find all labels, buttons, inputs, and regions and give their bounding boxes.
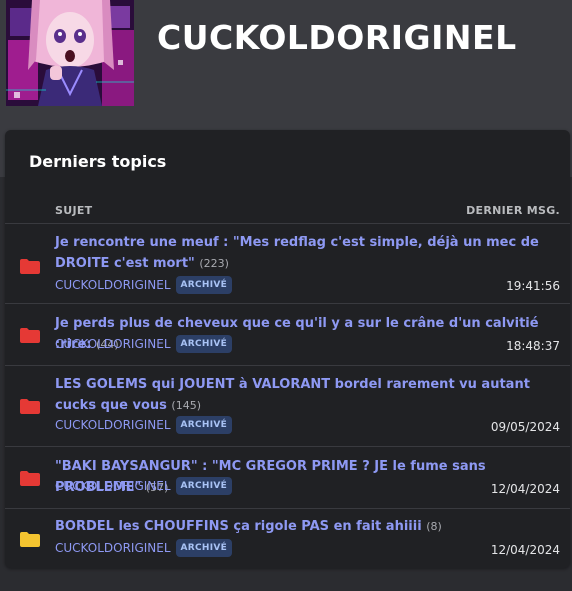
topic-author-link[interactable]: CUCKOLDORIGINEL: [55, 278, 171, 292]
topic-author-link[interactable]: CUCKOLDORIGINEL: [55, 479, 171, 493]
topic-author-link[interactable]: CUCKOLDORIGINEL: [55, 418, 171, 432]
last-message-time[interactable]: 19:41:56: [506, 279, 560, 293]
topic-row: "BAKI BAYSANGUR" : "MC GREGOR PRIME ? JE…: [5, 446, 570, 508]
last-message-time[interactable]: 09/05/2024: [491, 420, 560, 434]
reply-count: (8): [426, 520, 442, 533]
archived-badge: ARCHIVÉ: [175, 416, 233, 434]
archived-badge: ARCHIVÉ: [175, 276, 233, 294]
last-message-time[interactable]: 12/04/2024: [491, 543, 560, 557]
topic-link[interactable]: LES GOLEMS qui JOUENT à VALORANT bordel …: [55, 374, 545, 416]
topic-row: LES GOLEMS qui JOUENT à VALORANT bordel …: [5, 365, 570, 446]
topic-author-link[interactable]: CUCKOLDORIGINEL: [55, 541, 171, 555]
reply-count: (223): [199, 257, 229, 270]
column-headers: SUJET DERNIER MSG.: [5, 202, 570, 222]
red-folder-icon: [20, 399, 40, 414]
card-title: Derniers topics: [29, 152, 167, 171]
red-folder-icon: [20, 259, 40, 274]
red-folder-icon: [20, 328, 40, 343]
avatar[interactable]: [6, 0, 134, 106]
column-header-last-message: DERNIER MSG.: [466, 204, 560, 217]
profile-username: CUCKOLDORIGINEL: [157, 18, 517, 57]
column-header-subject: SUJET: [55, 204, 93, 217]
red-folder-icon: [20, 471, 40, 486]
last-message-time[interactable]: 12/04/2024: [491, 482, 560, 496]
archived-badge: ARCHIVÉ: [175, 477, 233, 495]
topic-row: Je rencontre une meuf : "Mes redflag c'e…: [5, 223, 570, 303]
yellow-folder-icon: [20, 532, 40, 547]
topic-author-link[interactable]: CUCKOLDORIGINEL: [55, 337, 171, 351]
topic-link[interactable]: BORDEL les CHOUFFINS ça rigole PAS en fa…: [55, 516, 545, 537]
topic-link[interactable]: Je rencontre une meuf : "Mes redflag c'e…: [55, 232, 545, 274]
archived-badge: ARCHIVÉ: [175, 539, 233, 557]
topic-row: Je perds plus de cheveux que ce qu'il y …: [5, 303, 570, 365]
topic-row: BORDEL les CHOUFFINS ça rigole PAS en fa…: [5, 508, 570, 568]
recent-topics-card: Derniers topics SUJET DERNIER MSG. Je re…: [5, 130, 570, 568]
reply-count: (145): [171, 399, 202, 412]
last-message-time[interactable]: 18:48:37: [506, 339, 560, 353]
archived-badge: ARCHIVÉ: [175, 335, 233, 353]
